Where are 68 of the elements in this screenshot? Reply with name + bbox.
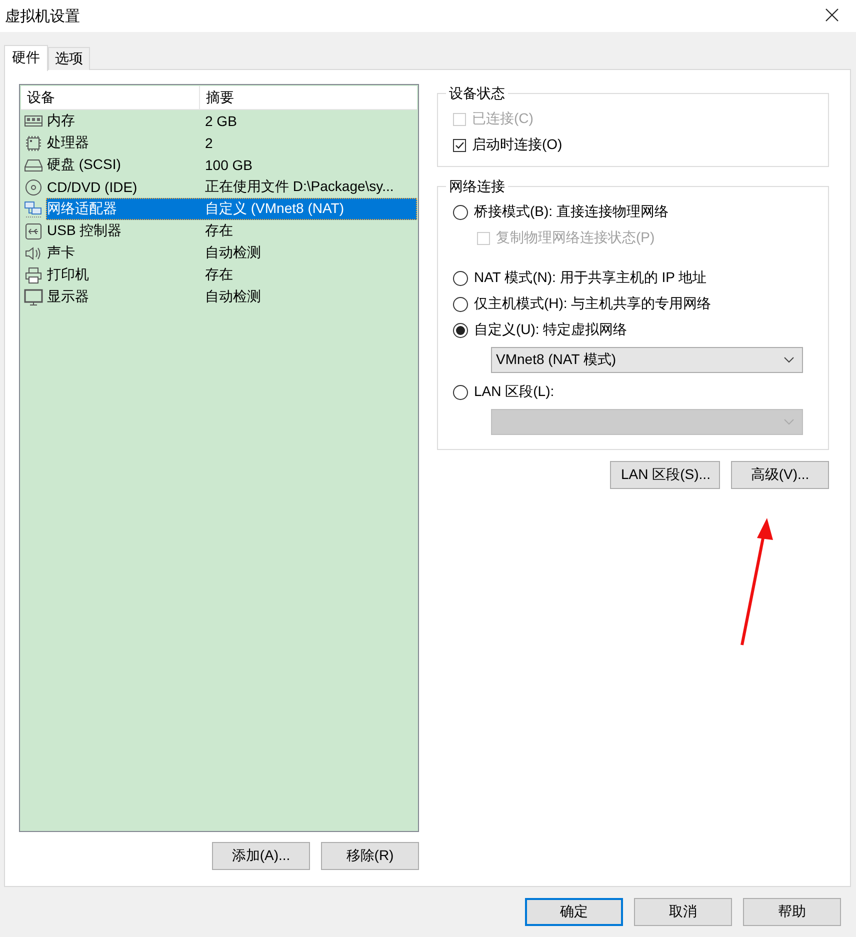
device-name: USB 控制器 (47, 222, 123, 240)
radio-button[interactable] (453, 322, 468, 338)
device-row[interactable]: 显示器 自动检测 (46, 286, 417, 308)
ok-button[interactable]: 确定 (525, 898, 623, 926)
cancel-button[interactable]: 取消 (634, 898, 732, 926)
network-icon (24, 200, 43, 218)
device-summary: 2 GB (204, 113, 237, 129)
device-summary: 正在使用文件 D:\Package\sy... (204, 178, 394, 196)
chevron-down-icon (784, 419, 794, 425)
device-row[interactable]: 处理器 2 (46, 132, 417, 154)
help-button[interactable]: 帮助 (743, 898, 841, 926)
device-summary: 存在 (204, 266, 233, 284)
radio-label: 自定义(U): 特定虚拟网络 (474, 321, 628, 339)
device-summary: 100 GB (204, 157, 252, 173)
printer-icon (24, 266, 43, 284)
device-name: CD/DVD (IDE) (47, 179, 138, 195)
device-row[interactable]: 网络适配器 自定义 (VMnet8 (NAT) (46, 198, 417, 220)
tab[interactable]: 选项 (48, 47, 90, 70)
device-name: 声卡 (47, 244, 76, 262)
device-row[interactable]: 硬盘 (SCSI) 100 GB (46, 154, 417, 176)
memory-icon (24, 112, 43, 130)
monitor-icon (24, 288, 43, 306)
device-row[interactable]: CD/DVD (IDE) 正在使用文件 D:\Package\sy... (46, 176, 417, 198)
advanced-button[interactable]: 高级(V)... (731, 461, 829, 489)
device-name: 处理器 (47, 134, 90, 152)
tab[interactable]: 硬件 (4, 45, 48, 71)
radio-button[interactable] (453, 270, 468, 286)
device-row[interactable]: 内存 2 GB (46, 110, 417, 132)
column-header[interactable]: 摘要 (200, 86, 240, 109)
device-summary: 2 (204, 135, 213, 151)
checkbox-label: 复制物理网络连接状态(P) (496, 229, 655, 247)
close-icon[interactable] (825, 8, 839, 22)
column-header[interactable]: 设备 (21, 86, 200, 109)
group-title: 设备状态 (446, 85, 508, 103)
device-summary: 存在 (204, 222, 233, 240)
remove-button[interactable]: 移除(R) (321, 842, 419, 870)
radio-button[interactable] (453, 296, 468, 312)
device-name: 硬盘 (SCSI) (47, 156, 122, 174)
device-summary: 自动检测 (204, 288, 261, 306)
hard-drive-icon (24, 156, 43, 174)
radio-label: 桥接模式(B): 直接连接物理网络 (474, 203, 668, 221)
radio-label: NAT 模式(N): 用于共享主机的 IP 地址 (474, 269, 707, 287)
dropdown[interactable]: VMnet8 (NAT 模式) (491, 347, 803, 373)
device-name: 网络适配器 (47, 200, 118, 218)
chevron-down-icon (784, 357, 794, 363)
radio-button[interactable] (453, 204, 468, 220)
disc-icon (24, 178, 43, 196)
add-button[interactable]: 添加(A)... (212, 842, 310, 870)
device-summary: 自动检测 (204, 244, 261, 262)
device-row[interactable]: 打印机 存在 (46, 264, 417, 286)
checkbox-label: 已连接(C) (472, 110, 534, 128)
device-name: 内存 (47, 112, 76, 130)
device-row[interactable]: USB 控制器 存在 (46, 220, 417, 242)
device-summary: 自定义 (VMnet8 (NAT) (204, 200, 344, 218)
chip-icon (24, 134, 43, 152)
lan-segments-button[interactable]: LAN 区段(S)... (610, 461, 720, 489)
checkbox-label: 启动时连接(O) (472, 136, 562, 154)
speaker-icon (24, 244, 43, 262)
group-title: 网络连接 (446, 178, 508, 196)
checkbox[interactable] (453, 138, 466, 152)
usb-icon (24, 222, 43, 240)
device-name: 显示器 (47, 288, 90, 306)
device-name: 打印机 (47, 266, 90, 284)
radio-button[interactable] (453, 384, 468, 400)
radio-label: LAN 区段(L): (474, 383, 554, 401)
radio-label: 仅主机模式(H): 与主机共享的专用网络 (474, 295, 712, 313)
device-row[interactable]: 声卡 自动检测 (46, 242, 417, 264)
window-title: 虚拟机设置 (5, 6, 80, 26)
